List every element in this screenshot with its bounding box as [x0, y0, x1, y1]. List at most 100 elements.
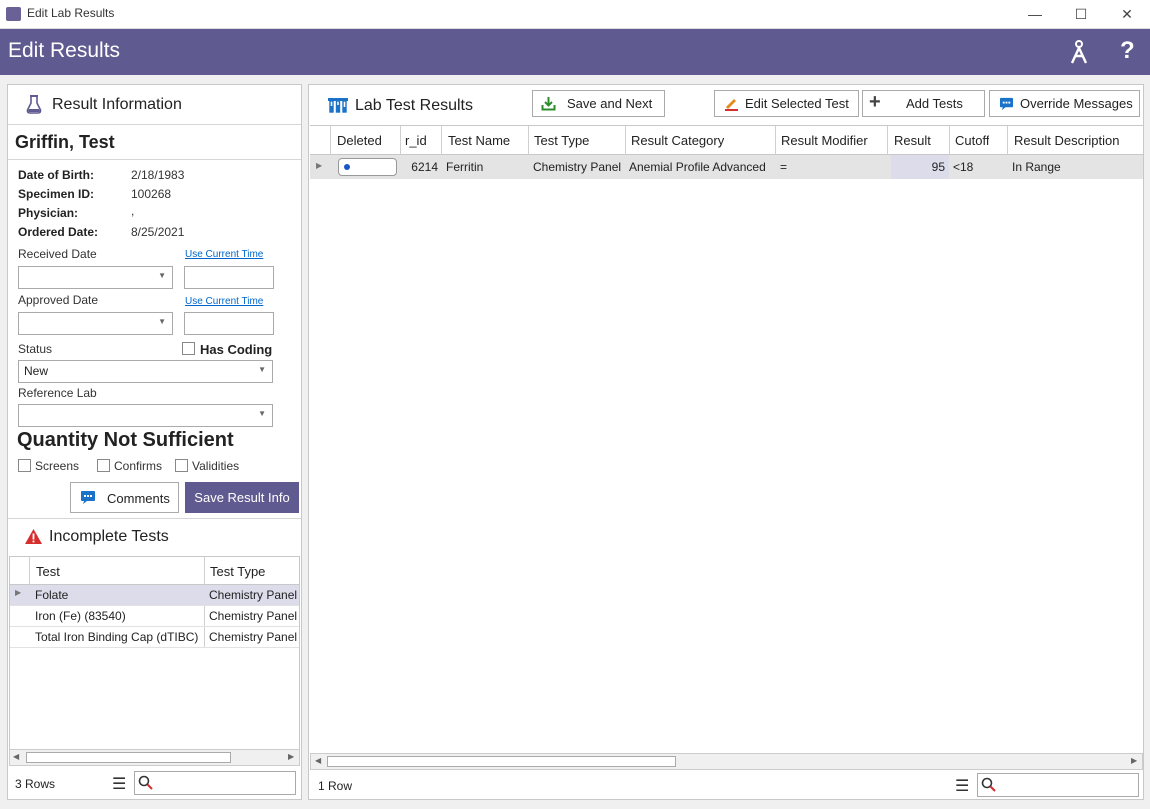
- screens-label: Screens: [35, 459, 80, 473]
- add-tests-button[interactable]: + Add Tests: [862, 90, 985, 117]
- chevron-down-icon: ▼: [258, 409, 266, 418]
- window-titlebar: Edit Lab Results — ☐ ✕: [0, 0, 1150, 29]
- column-header-test-type[interactable]: Test Type: [210, 564, 265, 579]
- lab-results-grid: Deleted r_id Test Name Test Type Result …: [310, 125, 1143, 753]
- minimize-button[interactable]: —: [1012, 0, 1058, 29]
- chevron-down-icon: ▼: [258, 365, 266, 374]
- specimen-id-label: Specimen ID:: [18, 187, 95, 201]
- test-type-cell[interactable]: Chemistry Panel: [533, 160, 621, 174]
- approved-time-input[interactable]: [184, 312, 274, 335]
- qns-title: Quantity Not Sufficient: [17, 429, 234, 451]
- window-title: Edit Lab Results: [27, 6, 115, 20]
- help-icon[interactable]: ?: [1120, 37, 1135, 65]
- incomplete-tests-title: Incomplete Tests: [49, 528, 169, 545]
- horizontal-scrollbar[interactable]: ◀ ▶: [310, 753, 1143, 770]
- maximize-button[interactable]: ☐: [1058, 0, 1104, 29]
- menu-icon[interactable]: ☰: [955, 776, 969, 796]
- comments-button[interactable]: Comments: [70, 482, 179, 513]
- reference-lab-label: Reference Lab: [18, 386, 97, 400]
- page-title: Edit Results: [8, 39, 121, 62]
- toggle-knob: [344, 164, 350, 170]
- confirms-checkbox[interactable]: [97, 459, 110, 472]
- received-time-input[interactable]: [184, 266, 274, 289]
- result-cell[interactable]: 95: [892, 160, 945, 174]
- scrollbar-thumb[interactable]: [26, 752, 231, 763]
- reference-lab-dropdown[interactable]: ▼: [18, 404, 273, 427]
- approved-date-dropdown[interactable]: ▼: [18, 312, 173, 335]
- test-name-cell[interactable]: Ferritin: [446, 160, 483, 174]
- deleted-toggle[interactable]: [338, 158, 397, 176]
- ordered-date-label: Ordered Date:: [18, 225, 99, 239]
- incomplete-test-name[interactable]: Iron (Fe) (83540): [35, 609, 126, 623]
- incomplete-search-input[interactable]: [134, 771, 296, 795]
- received-date-dropdown[interactable]: ▼: [18, 266, 173, 289]
- incomplete-row-count: 3 Rows: [15, 777, 56, 791]
- close-button[interactable]: ✕: [1104, 0, 1150, 29]
- download-icon: [541, 97, 556, 111]
- row-indicator-icon: ▶: [316, 161, 323, 170]
- column-header-result-category[interactable]: Result Category: [631, 133, 724, 148]
- approved-date-label: Approved Date: [18, 293, 99, 307]
- status-dropdown[interactable]: New ▼: [18, 360, 273, 383]
- column-header-test[interactable]: Test: [36, 564, 60, 579]
- incomplete-test-type[interactable]: Chemistry Panel: [209, 609, 299, 623]
- physician-value: ,: [131, 204, 135, 218]
- ordered-date-value: 8/25/2021: [131, 225, 185, 239]
- incomplete-test-name[interactable]: Folate: [35, 588, 68, 602]
- validities-checkbox[interactable]: [175, 459, 188, 472]
- lab-results-search-input[interactable]: [977, 773, 1139, 797]
- column-header-cutoff[interactable]: Cutoff: [955, 133, 989, 148]
- comment-icon: [80, 490, 96, 508]
- result-description-cell[interactable]: In Range: [1012, 160, 1061, 174]
- menu-icon[interactable]: ☰: [112, 774, 126, 794]
- save-result-info-button[interactable]: Save Result Info: [185, 482, 299, 513]
- edit-selected-test-label: Edit Selected Test: [745, 96, 849, 111]
- column-header-deleted[interactable]: Deleted: [337, 133, 382, 148]
- scroll-right-icon[interactable]: ▶: [1131, 756, 1137, 765]
- scroll-right-icon[interactable]: ▶: [288, 752, 294, 761]
- status-value: New: [24, 364, 49, 378]
- override-messages-button[interactable]: Override Messages: [989, 90, 1140, 117]
- specimen-id-value: 100268: [131, 187, 172, 201]
- save-and-next-button[interactable]: Save and Next: [532, 90, 665, 117]
- test-tubes-icon: [327, 96, 349, 117]
- user-access-icon[interactable]: [1068, 39, 1090, 68]
- chevron-down-icon: ▼: [158, 317, 166, 326]
- comment-icon: [999, 97, 1014, 111]
- received-use-current-time-link[interactable]: Use Current Time: [185, 249, 263, 260]
- column-header-r-id[interactable]: r_id: [405, 133, 427, 148]
- r-id-cell[interactable]: 6214: [402, 160, 438, 174]
- incomplete-test-type[interactable]: Chemistry Panel: [209, 630, 299, 644]
- horizontal-scrollbar[interactable]: ◀ ▶: [9, 749, 300, 766]
- scrollbar-thumb[interactable]: [327, 756, 676, 767]
- scroll-left-icon[interactable]: ◀: [315, 756, 321, 765]
- patient-name: Griffin, Test: [15, 132, 115, 152]
- edit-selected-test-button[interactable]: Edit Selected Test: [714, 90, 859, 117]
- column-header-result[interactable]: Result: [894, 133, 931, 148]
- column-header-result-modifier[interactable]: Result Modifier: [781, 133, 868, 148]
- column-header-test-name[interactable]: Test Name: [448, 133, 510, 148]
- confirms-label: Confirms: [114, 459, 163, 473]
- lab-results-row-count: 1 Row: [318, 779, 353, 793]
- incomplete-test-name[interactable]: Total Iron Binding Cap (dTIBC): [35, 630, 198, 644]
- has-coding-checkbox[interactable]: [182, 342, 195, 355]
- column-header-test-type[interactable]: Test Type: [534, 133, 589, 148]
- comments-button-label: Comments: [107, 491, 170, 506]
- save-and-next-label: Save and Next: [567, 96, 653, 111]
- cutoff-cell[interactable]: <18: [953, 160, 973, 174]
- lab-test-results-title: Lab Test Results: [355, 97, 473, 114]
- result-modifier-cell[interactable]: =: [780, 160, 787, 174]
- incomplete-test-type[interactable]: Chemistry Panel: [209, 588, 299, 602]
- scroll-left-icon[interactable]: ◀: [13, 752, 19, 761]
- result-category-cell[interactable]: Anemial Profile Advanced: [629, 160, 766, 174]
- pencil-icon: [725, 99, 738, 111]
- add-tests-label: Add Tests: [906, 96, 963, 111]
- flask-icon: [26, 94, 42, 117]
- received-date-label: Received Date: [18, 247, 97, 261]
- approved-use-current-time-link[interactable]: Use Current Time: [185, 296, 263, 307]
- column-header-result-description[interactable]: Result Description: [1014, 133, 1120, 148]
- dob-value: 2/18/1983: [131, 168, 185, 182]
- search-icon: [981, 777, 996, 792]
- screens-checkbox[interactable]: [18, 459, 31, 472]
- status-label: Status: [18, 342, 53, 356]
